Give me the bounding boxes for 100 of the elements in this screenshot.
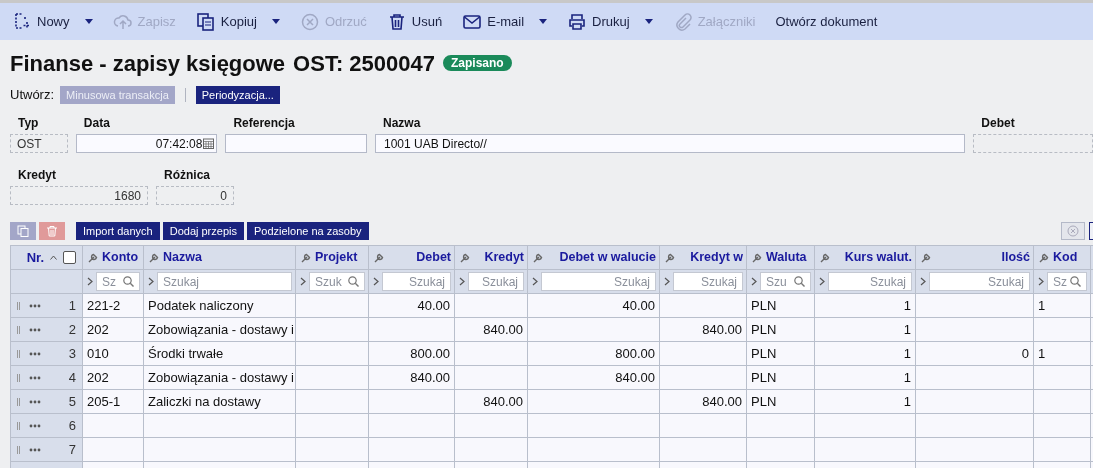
grid-button[interactable]: Import danych <box>76 222 160 240</box>
table-cell-text: 1 <box>903 320 911 339</box>
column-header[interactable]: Debet w walucie <box>559 248 656 267</box>
create-button[interactable]: Periodyzacja... <box>195 86 280 104</box>
toolbar-button[interactable]: Otwórz dokument <box>771 8 882 35</box>
copy-row-button[interactable] <box>10 222 36 240</box>
wrench-icon <box>820 252 830 263</box>
drag-handle-icon <box>17 421 20 430</box>
toolbar-button[interactable]: E-mail <box>458 8 552 35</box>
clear-button[interactable] <box>1061 222 1085 240</box>
checkbox[interactable] <box>63 251 76 264</box>
caret-down-icon <box>271 19 280 24</box>
row-number: 2 <box>68 320 76 339</box>
field-label: Data <box>82 116 111 131</box>
table-cell-text: 40.00 <box>417 296 450 315</box>
chevron-right-icon <box>751 277 757 286</box>
table-cell-text: PLN <box>751 320 777 339</box>
column-header[interactable]: Debet <box>416 248 451 267</box>
column-header[interactable]: Ilość <box>1001 248 1030 267</box>
column-header[interactable]: Nr. <box>26 247 44 268</box>
column-header[interactable]: Kurs walut. <box>844 248 912 267</box>
table-cell-text: 010 <box>87 344 109 363</box>
drag-handle-icon <box>17 301 20 310</box>
readonly-field: 1680 <box>10 186 148 205</box>
printer-icon <box>567 11 588 32</box>
table-cell-text: 40.00 <box>622 296 655 315</box>
chevron-right-icon <box>87 277 93 286</box>
field-label: Kredyt <box>17 168 57 183</box>
create-label: Utwórz: <box>10 86 55 105</box>
document-number: OST: 2500047 <box>293 49 435 78</box>
chevron-right-icon <box>920 277 926 286</box>
table-cell-text: 840.00 <box>702 392 742 411</box>
drag-handle-icon <box>17 397 20 406</box>
drag-handle-icon <box>17 349 20 358</box>
search-icon <box>1070 276 1081 287</box>
wrench-icon <box>460 252 470 263</box>
table-cell-text: PLN <box>751 368 777 387</box>
wrench-icon <box>533 252 543 263</box>
wrench-icon <box>149 252 159 263</box>
grid-button[interactable]: Podzielone na zasoby <box>246 222 369 240</box>
more-icon <box>29 303 41 308</box>
field-label: Debet <box>980 116 1016 131</box>
text-field[interactable] <box>225 134 367 153</box>
drag-handle-icon <box>17 445 20 454</box>
column-header[interactable]: Kredyt w <box>690 248 743 267</box>
table-cell-text: 1 <box>903 392 911 411</box>
more-icon <box>29 327 41 332</box>
row-number: 1 <box>68 296 76 315</box>
table-cell-text: 800.00 <box>410 344 450 363</box>
caret-down-icon <box>84 19 93 24</box>
column-header[interactable]: Konto <box>102 248 139 267</box>
table-cell-text: 0 <box>1021 344 1029 363</box>
more-icon <box>29 447 41 452</box>
date-field[interactable]: 07:42:08 <box>75 134 218 153</box>
drag-handle-icon <box>17 373 20 382</box>
text-field[interactable]: 1001 UAB Directo// <box>375 134 966 153</box>
chevron-right-icon <box>532 277 538 286</box>
row-number: 5 <box>68 392 76 411</box>
readonly-field: OST <box>10 134 68 153</box>
delete-row-button[interactable] <box>39 222 65 240</box>
chevron-right-icon <box>148 277 154 286</box>
table-cell-text: PLN <box>751 392 777 411</box>
table-cell-text: Zobowiązania - dostawy i <box>148 320 294 339</box>
column-header[interactable]: Kod <box>1053 248 1078 267</box>
readonly-field: 0 <box>156 186 234 205</box>
table-cell-text: 840.00 <box>702 320 742 339</box>
toolbar-button[interactable]: Kopiuj <box>191 8 284 35</box>
table-cell-text: PLN <box>751 296 777 315</box>
search-icon <box>123 276 134 287</box>
table-cell-text: 800.00 <box>615 344 655 363</box>
column-header[interactable]: Waluta <box>766 248 807 267</box>
table-cell-text: 840.00 <box>483 392 523 411</box>
caret-down-icon <box>539 19 548 24</box>
wrench-icon <box>88 252 98 263</box>
more-icon <box>29 375 41 380</box>
grid-button[interactable]: Dodaj przepis <box>162 222 244 240</box>
copy-icon <box>195 11 216 32</box>
table-cell-text: 840.00 <box>483 320 523 339</box>
wrench-icon <box>752 252 762 263</box>
more-icon <box>29 351 41 356</box>
table-cell-text: Podatek naliczony <box>148 296 254 315</box>
chevron-right-icon <box>819 277 825 286</box>
table-cell-text: 1 <box>903 368 911 387</box>
column-header[interactable]: Kredyt <box>484 248 524 267</box>
toolbar-button[interactable]: Usuń <box>382 8 447 35</box>
chevron-right-icon <box>1038 277 1044 286</box>
wrench-icon <box>1039 252 1049 263</box>
status-badge: Zapisano <box>443 55 512 71</box>
wrench-icon <box>921 252 931 263</box>
sort-caret-icon <box>50 255 57 260</box>
column-header[interactable]: Nazwa <box>163 248 202 267</box>
search-icon <box>794 276 805 287</box>
new-document-icon <box>12 11 32 32</box>
table-cell-text: 202 <box>87 368 109 387</box>
column-header[interactable]: Projekt <box>315 248 358 267</box>
page-title: Finanse - zapisy księgowe <box>10 49 286 78</box>
trash-icon <box>46 225 58 237</box>
table-cell-text: 840.00 <box>615 368 655 387</box>
toolbar-button[interactable]: Drukuj <box>563 8 657 35</box>
toolbar-button[interactable]: Nowy <box>8 8 97 35</box>
